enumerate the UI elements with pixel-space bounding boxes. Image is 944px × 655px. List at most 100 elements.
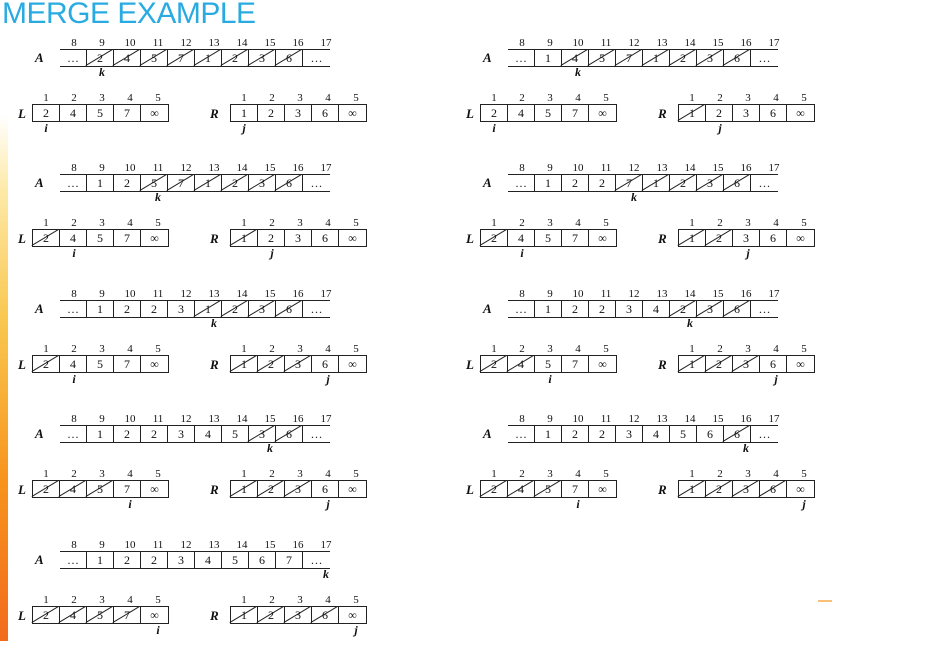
array-a-cell: 2 — [114, 301, 141, 317]
array-l-index: 1 — [491, 468, 497, 480]
array-a-index: 11 — [152, 288, 164, 300]
array-a-cell: … — [60, 552, 87, 568]
array-a: … 1 2 5 7 1 2 3 6… — [60, 174, 330, 192]
pointer-k: k — [323, 567, 329, 581]
array-a-index: 15 — [712, 288, 724, 300]
array-r-cell: 2 — [706, 230, 733, 246]
array-l-index: 3 — [99, 468, 105, 480]
array-a-index: 13 — [208, 288, 220, 300]
array-l-index: 3 — [547, 92, 553, 104]
array-a-cell: 6 — [249, 552, 276, 568]
array-a-index: 9 — [547, 162, 553, 174]
array-l-cell: ∞ — [598, 231, 607, 245]
array-r-index: 5 — [801, 92, 807, 104]
array-a-index: 12 — [180, 288, 192, 300]
array-a-index: 8 — [71, 37, 77, 49]
array-a-cell: 7 — [168, 50, 195, 66]
array-r-cell: 1 — [679, 481, 706, 497]
array-l: 2 4 5 7 ∞ — [480, 104, 617, 122]
array-r-index: 5 — [353, 594, 359, 606]
array-a-cell: 7 — [168, 175, 195, 191]
array-r-index: 4 — [325, 92, 331, 104]
array-l-cell: 5 — [535, 481, 562, 497]
array-l-cell: 2 — [481, 230, 508, 246]
array-a-index: 14 — [236, 162, 248, 174]
pointer-i: i — [44, 121, 48, 135]
array-a: … 1 2 2 3 4 5 3 6… — [60, 425, 330, 443]
array-r: 1 2 3 6 ∞ — [230, 480, 367, 498]
array-a-cell: 2 — [589, 175, 616, 191]
array-a-index: 16 — [740, 413, 752, 425]
array-a-cell: 6 — [276, 426, 303, 442]
array-l-cell: 4 — [60, 356, 87, 372]
array-a-index: 15 — [712, 162, 724, 174]
array-a-cell: 2 — [562, 301, 589, 317]
array-r-cell: 1 — [231, 356, 258, 372]
array-a-cell: 1 — [535, 301, 562, 317]
array-a-cell: 2 — [562, 426, 589, 442]
array-a-index: 8 — [71, 288, 77, 300]
array-a: … 1 4 5 7 1 2 3 6… — [508, 49, 778, 67]
array-l-cell: ∞ — [598, 482, 607, 496]
array-a-index: 10 — [124, 413, 136, 425]
array-a-index: 17 — [768, 37, 780, 49]
array-r-cell: 2 — [706, 481, 733, 497]
array-a-index: 10 — [124, 162, 136, 174]
array-r-index: 4 — [773, 343, 779, 355]
array-a-cell: … — [508, 426, 535, 442]
array-a-cell: 4 — [195, 426, 222, 442]
array-a-cell: 2 — [589, 426, 616, 442]
pointer-k: k — [211, 316, 217, 330]
array-l-cell: ∞ — [150, 106, 159, 120]
array-r-cell: ∞ — [796, 482, 805, 496]
array-l-cell: 7 — [562, 356, 589, 372]
array-l-label: L — [18, 482, 26, 497]
array-a-index: 11 — [152, 539, 164, 551]
pointer-i: i — [576, 497, 580, 511]
array-r-index: 3 — [297, 468, 303, 480]
array-a-cell: 3 — [168, 426, 195, 442]
pointer-j: j — [270, 246, 274, 260]
array-a-index: 9 — [547, 37, 553, 49]
array-l-index: 3 — [99, 217, 105, 229]
array-a-index: 11 — [152, 37, 164, 49]
array-a-label: A — [35, 175, 44, 190]
array-r-cell: 1 — [679, 356, 706, 372]
array-a-cell: 2 — [114, 552, 141, 568]
array-a-index: 13 — [656, 37, 668, 49]
array-l-index: 1 — [43, 343, 49, 355]
array-a-label: A — [483, 175, 492, 190]
array-r-cell: 1 — [231, 481, 258, 497]
array-a-index: 16 — [740, 288, 752, 300]
array-l-index: 3 — [547, 468, 553, 480]
array-a-index: 16 — [292, 539, 304, 551]
array-a-index: 11 — [600, 37, 612, 49]
array-a-cell: … — [758, 302, 771, 316]
array-l-index: 4 — [575, 468, 581, 480]
array-a-cell: 3 — [697, 50, 724, 66]
array-a-cell: 2 — [589, 301, 616, 317]
array-l-cell: 4 — [60, 230, 87, 246]
array-a-cell: 2 — [562, 175, 589, 191]
pointer-j: j — [802, 497, 806, 511]
array-a-index: 8 — [519, 288, 525, 300]
array-r-cell: 3 — [733, 105, 760, 121]
array-a-index: 12 — [180, 413, 192, 425]
array-a-index: 8 — [71, 539, 77, 551]
array-r-cell: ∞ — [348, 608, 357, 622]
array-a-index: 11 — [152, 413, 164, 425]
pointer-i: i — [128, 497, 132, 511]
array-r-cell: 6 — [312, 105, 339, 121]
array-r-index: 5 — [353, 217, 359, 229]
array-a-cell: 1 — [195, 50, 222, 66]
array-a-index: 15 — [712, 37, 724, 49]
array-a-cell: 3 — [616, 426, 643, 442]
array-a-index: 15 — [264, 413, 276, 425]
array-l-cell: 4 — [508, 105, 535, 121]
array-r-cell: 3 — [285, 230, 312, 246]
array-a-cell: 1 — [535, 50, 562, 66]
array-l-index: 5 — [603, 468, 609, 480]
array-l-cell: 2 — [33, 607, 60, 623]
array-r-index: 5 — [801, 468, 807, 480]
array-l-index: 3 — [99, 343, 105, 355]
